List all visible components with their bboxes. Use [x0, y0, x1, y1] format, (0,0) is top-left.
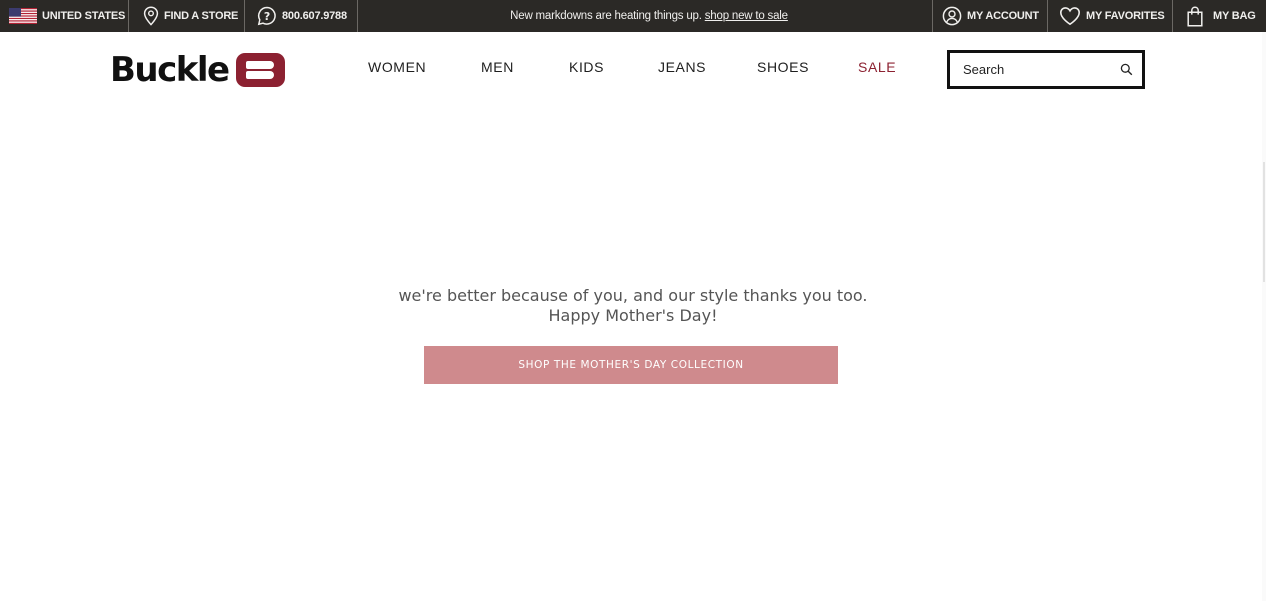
- my-favorites-link[interactable]: MY FAVORITES: [1059, 0, 1165, 32]
- promo-banner: New markdowns are heating things up. sho…: [358, 0, 940, 32]
- country-label: UNITED STATES: [42, 10, 126, 22]
- divider: [932, 0, 933, 32]
- buckle-logo[interactable]: Buckle: [110, 51, 285, 89]
- search-icon[interactable]: [1120, 63, 1133, 76]
- promo-text: New markdowns are heating things up.: [510, 10, 702, 22]
- location-pin-icon: [143, 6, 159, 26]
- phone-link[interactable]: ? 800.607.9788: [257, 0, 347, 32]
- phone-number: 800.607.9788: [282, 10, 347, 22]
- search-box: [947, 50, 1145, 89]
- us-flag-icon: [9, 8, 37, 24]
- logo-text: Buckle: [110, 50, 230, 90]
- search-input[interactable]: [950, 62, 1110, 77]
- nav-men[interactable]: MEN: [481, 59, 514, 75]
- find-store-label: FIND A STORE: [164, 10, 239, 22]
- divider: [1172, 0, 1173, 32]
- my-bag-link[interactable]: MY BAG: [1186, 0, 1256, 32]
- my-account-label: MY ACCOUNT: [967, 10, 1039, 22]
- heart-icon: [1059, 7, 1081, 26]
- divider: [128, 0, 129, 32]
- nav-kids[interactable]: KIDS: [569, 59, 604, 75]
- scrollbar-thumb[interactable]: [1263, 162, 1265, 282]
- help-question-icon: ?: [257, 6, 276, 26]
- my-favorites-label: MY FAVORITES: [1086, 10, 1165, 22]
- mothers-day-heading: Happy Mother's Day!: [548, 306, 718, 325]
- nav-shoes[interactable]: SHOES: [757, 59, 809, 75]
- nav-sale[interactable]: SALE: [858, 59, 896, 75]
- divider: [1047, 0, 1048, 32]
- logo-badge-icon: [235, 53, 285, 87]
- divider: [244, 0, 245, 32]
- promo-link[interactable]: shop new to sale: [705, 10, 788, 22]
- nav-women[interactable]: WOMEN: [368, 59, 426, 75]
- nav-jeans[interactable]: JEANS: [658, 59, 706, 75]
- svg-text:?: ?: [264, 10, 270, 23]
- shopping-bag-icon: [1187, 6, 1203, 27]
- user-circle-icon: [942, 6, 962, 26]
- shop-mothers-day-button[interactable]: SHOP THE MOTHER'S DAY COLLECTION: [424, 346, 838, 384]
- my-bag-label: MY BAG: [1213, 10, 1256, 22]
- page-scrollbar[interactable]: [1262, 32, 1266, 601]
- my-account-link[interactable]: MY ACCOUNT: [942, 0, 1039, 32]
- country-selector[interactable]: UNITED STATES: [9, 0, 125, 32]
- top-utility-bar: UNITED STATES FIND A STORE ? 800.607.978…: [0, 0, 1266, 32]
- find-store-link[interactable]: FIND A STORE: [143, 0, 238, 32]
- tagline-text: we're better because of you, and our sty…: [398, 286, 868, 305]
